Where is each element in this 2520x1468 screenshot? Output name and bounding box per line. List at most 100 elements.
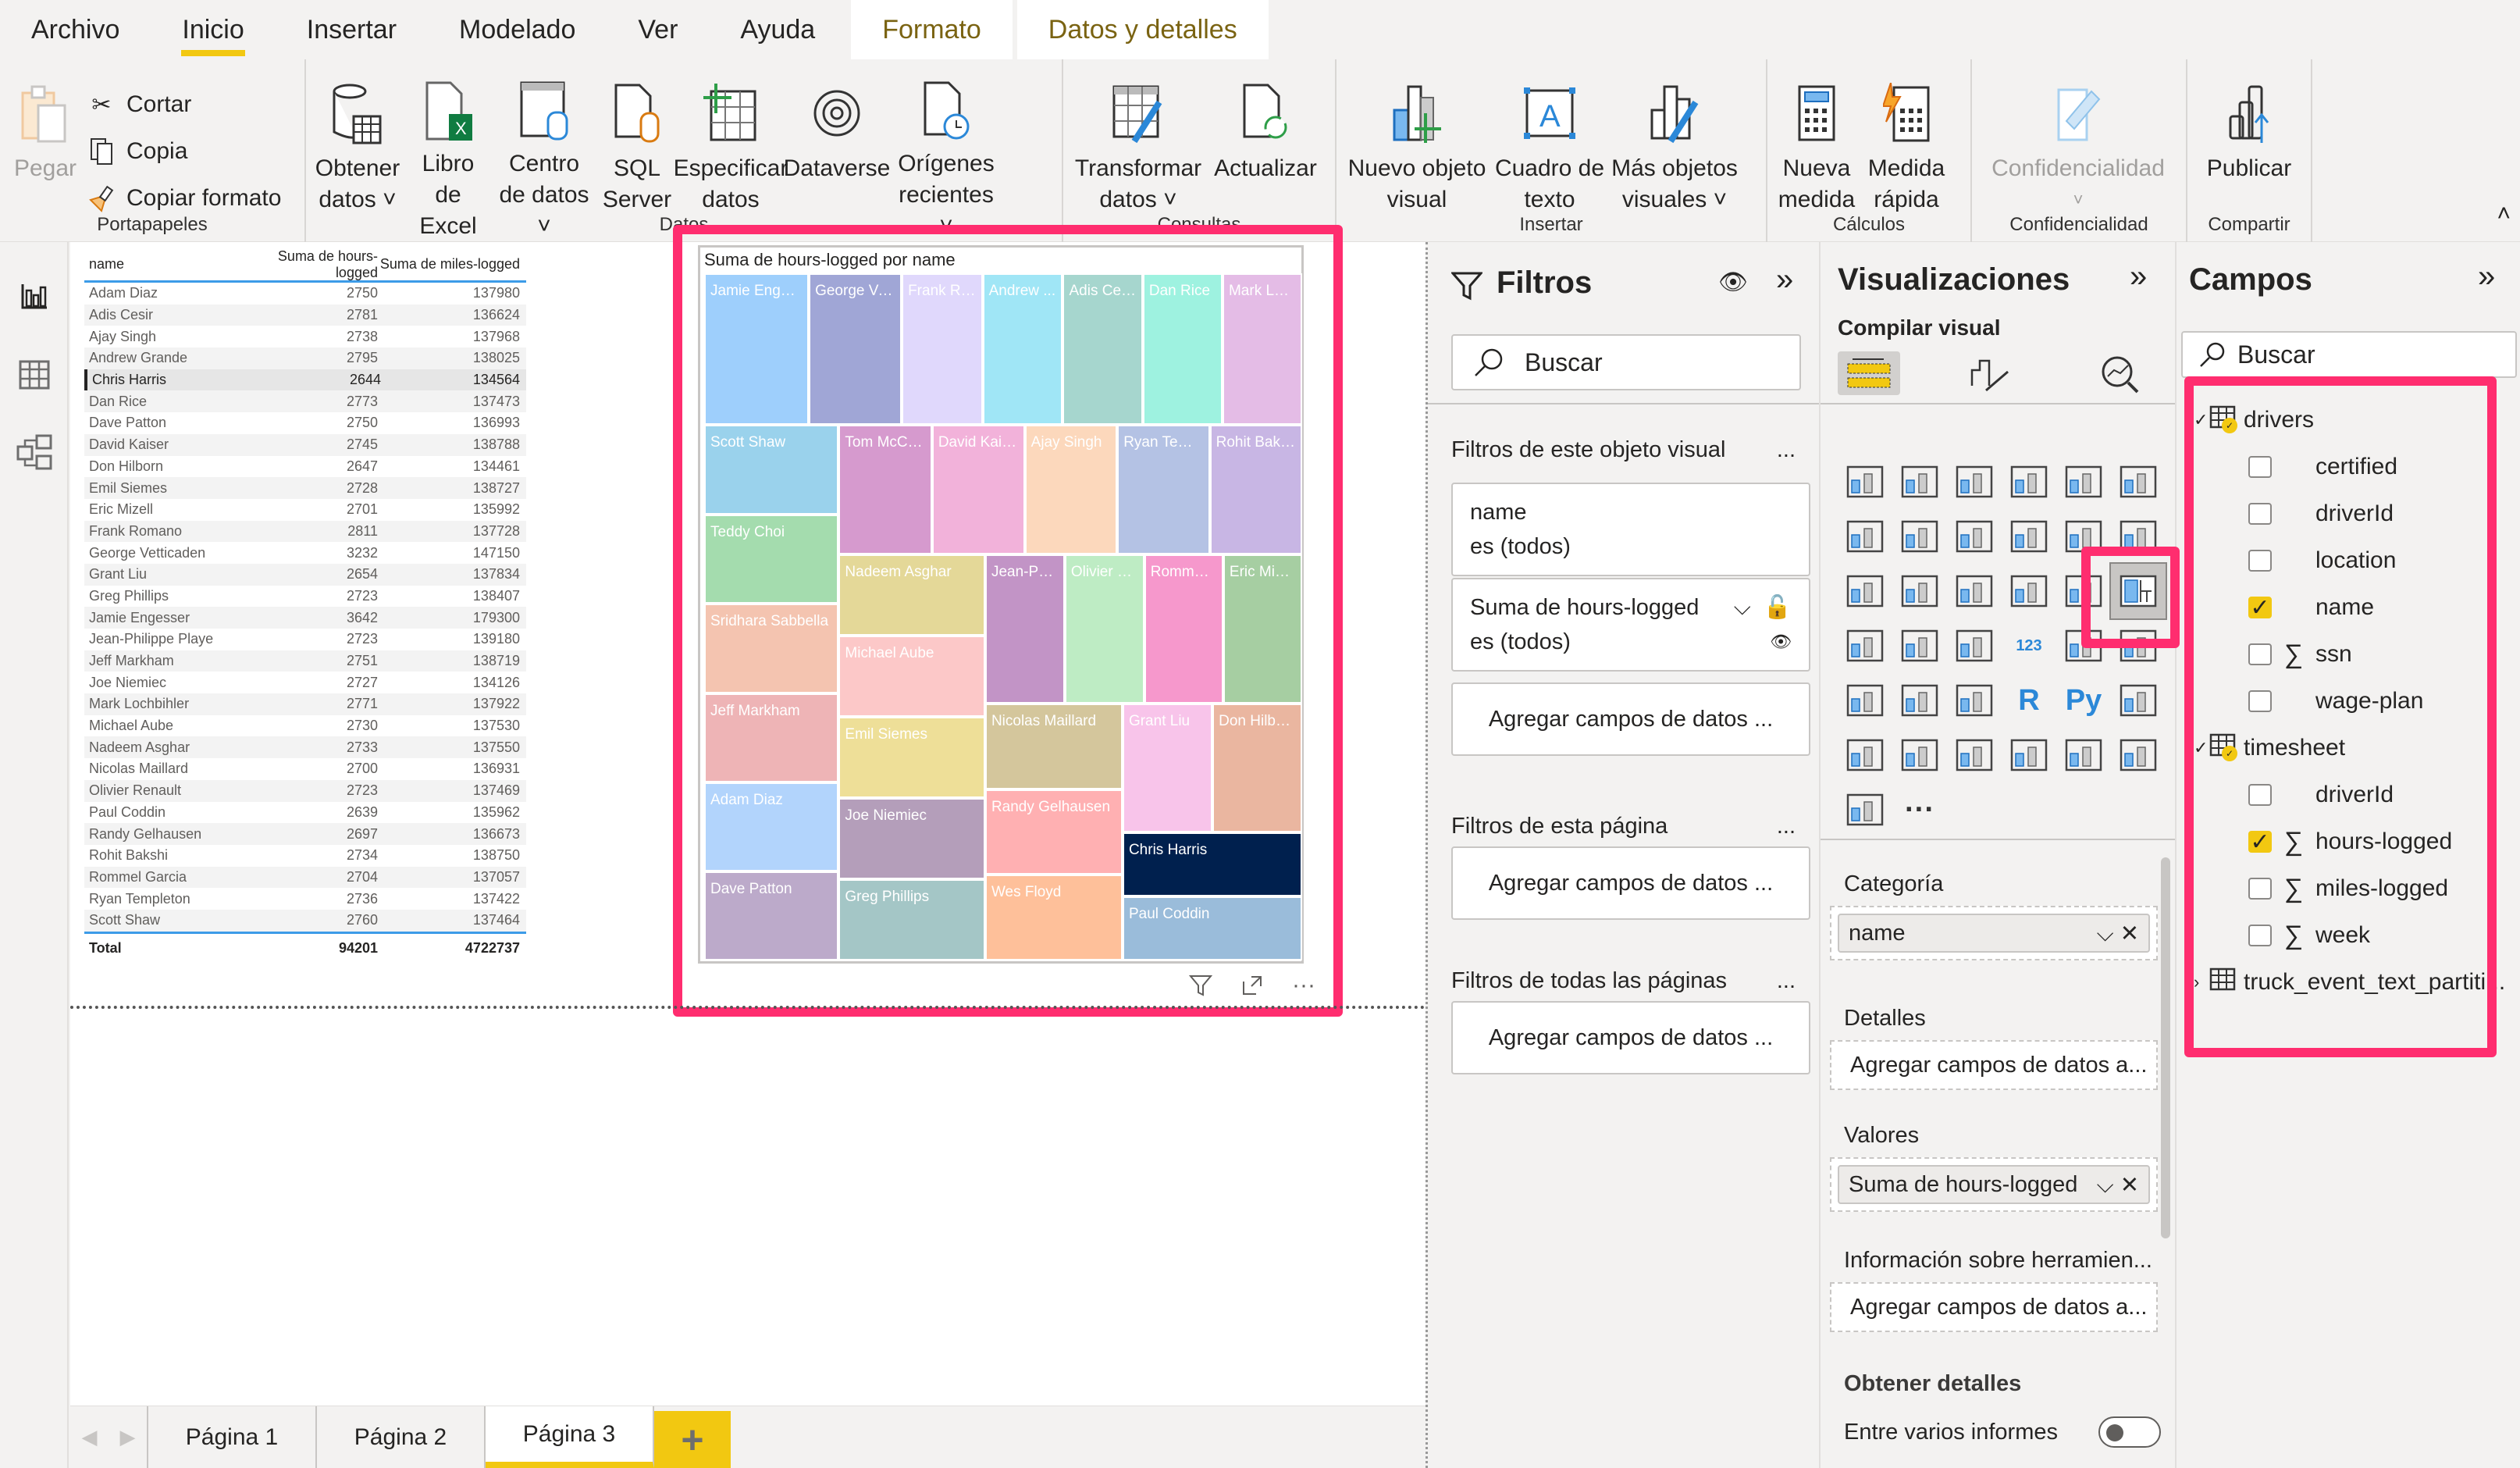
table-node-truck-event-text-partiti-[interactable]: › truck_event_text_partiti... [2194, 959, 2514, 1006]
menu-tab-datos-y-detalles[interactable]: Datos y detalles [1016, 0, 1269, 59]
table-row[interactable]: David Kaiser 2745 138788 [84, 433, 526, 456]
table-row[interactable]: Nicolas Maillard 2700 136931 [84, 758, 526, 780]
field-pill-name[interactable]: name ⌵ ✕ [1838, 914, 2150, 953]
treemap-visual[interactable]: Suma de hours-logged por name Jamie Enge… [687, 245, 1374, 998]
treemap-tile[interactable]: Nicolas Maillard [984, 703, 1123, 789]
menu-tab-modelado[interactable]: Modelado [428, 0, 607, 59]
menu-tab-archivo[interactable]: Archivo [0, 0, 151, 59]
category-well[interactable]: name ⌵ ✕ [1830, 906, 2158, 960]
report-view-button[interactable] [0, 258, 69, 336]
table-row[interactable]: Emil Siemes 2728 138727 [84, 477, 526, 499]
chevron-down-icon[interactable]: ✓ [2194, 738, 2209, 758]
treemap-tile[interactable]: Adam Diaz [704, 782, 839, 871]
table-row[interactable]: Don Hilborn 2647 134461 [84, 456, 526, 478]
treemap-tile[interactable]: Jamie Engess... [704, 273, 810, 426]
azure-map-icon[interactable] [2056, 728, 2111, 782]
filled-map-icon[interactable] [1892, 618, 1947, 673]
table-row[interactable]: Rohit Bakshi 2734 138750 [84, 845, 526, 867]
treemap-tile[interactable]: Eric Mizell [1223, 554, 1302, 704]
treemap-tile[interactable]: Dave Patton [704, 871, 839, 960]
field-drivers-location[interactable]: location [2194, 537, 2514, 584]
power-apps-icon[interactable] [2111, 728, 2166, 782]
treemap-tile[interactable]: Tom McCuch [838, 425, 932, 554]
field-checkbox[interactable] [2248, 690, 2272, 712]
field-drivers-driverId[interactable]: driverId [2194, 490, 2514, 537]
build-visual-tab[interactable] [1838, 351, 1900, 395]
line-and-clustered-column-chart-icon[interactable] [2056, 509, 2111, 564]
table-row[interactable]: Greg Phillips 2723 138407 [84, 586, 526, 608]
treemap-icon[interactable] [2109, 562, 2167, 620]
field-drivers-wage-plan[interactable]: wage-plan [2194, 678, 2514, 725]
table-node-drivers[interactable]: ✓ ✓ drivers [2194, 397, 2514, 444]
clustered-bar-chart-icon[interactable] [1947, 454, 2002, 509]
filters-search-input[interactable]: Buscar [1451, 334, 1801, 390]
table-row[interactable]: Scott Shaw 2760 137464 [84, 909, 526, 932]
field-drivers-ssn[interactable]: ∑ ssn [2194, 631, 2514, 678]
eye-icon[interactable]: 👁 [1718, 269, 1748, 296]
collapse-pane-icon[interactable]: » [2478, 259, 2495, 294]
field-checkbox[interactable] [2248, 925, 2272, 946]
table-node-timesheet[interactable]: ✓ ✓ timesheet [2194, 725, 2514, 771]
table-row[interactable]: Rommel Garcia 2704 137057 [84, 866, 526, 889]
field-timesheet-miles-logged[interactable]: ∑ miles-logged [2194, 865, 2514, 912]
table-row[interactable]: Dan Rice 2773 137473 [84, 390, 526, 413]
menu-tab-inicio[interactable]: Inicio [151, 0, 275, 59]
waterfall-chart-icon[interactable] [1838, 564, 1892, 618]
pie-chart-icon[interactable] [2002, 564, 2056, 618]
treemap-tile[interactable]: Don Hilborn [1212, 703, 1302, 832]
menu-tab-ayuda[interactable]: Ayuda [709, 0, 846, 59]
table-row[interactable]: George Vetticaden 3232 147150 [84, 542, 526, 564]
table-row[interactable]: Chris Harris 2644 134564 [84, 369, 526, 391]
collapse-ribbon-button[interactable]: ˄ [2497, 201, 2511, 227]
table-row[interactable]: Michael Aube 2730 137530 [84, 715, 526, 737]
table-row[interactable]: Adam Diaz 2750 137980 [84, 283, 526, 305]
filter-card-hours[interactable]: Suma de hours-logged ⌵ 🔓 es (todos) 👁 [1451, 578, 1810, 672]
page-tab-3[interactable]: Página 3 [486, 1406, 654, 1468]
smart-narrative-icon[interactable] [1947, 728, 2002, 782]
focus-mode-icon[interactable] [1237, 970, 1268, 1001]
field-drivers-certified[interactable]: certified [2194, 444, 2514, 490]
more-visuals-icon[interactable]: ··· [1892, 782, 1947, 837]
treemap-tile[interactable]: Scott Shaw [704, 425, 839, 515]
add-visual-filter[interactable]: Agregar campos de datos ... [1451, 682, 1810, 756]
field-checkbox[interactable]: ✓ [2248, 595, 2272, 621]
field-timesheet-week[interactable]: ∑ week [2194, 912, 2514, 959]
r-visual-icon[interactable]: R [2002, 673, 2056, 728]
field-checkbox[interactable] [2248, 503, 2272, 525]
more-options-icon[interactable]: ... [1777, 814, 1796, 839]
table-row[interactable]: Mark Lochbihler 2771 137922 [84, 693, 526, 715]
treemap-tile[interactable]: Rommel ... [1144, 554, 1223, 704]
menu-tab-insertar[interactable]: Insertar [276, 0, 428, 59]
field-checkbox[interactable] [2248, 878, 2272, 900]
prev-page-icon[interactable]: ◀ [82, 1425, 98, 1449]
line-and-stacked-column-chart-icon[interactable] [2002, 509, 2056, 564]
treemap-tile[interactable]: George Vet... [809, 273, 902, 426]
collapse-pane-icon[interactable]: » [1776, 262, 1793, 298]
table-row[interactable]: Eric Mizell 2701 135992 [84, 499, 526, 521]
column-header-hours[interactable]: Suma de hours-logged [240, 248, 378, 281]
table-row[interactable]: Ryan Templeton 2736 137422 [84, 888, 526, 910]
table-row[interactable]: Dave Patton 2750 136993 [84, 412, 526, 434]
table-row[interactable]: Jamie Engesser 3642 179300 [84, 607, 526, 629]
table-row[interactable]: Adis Cesir 2781 136624 [84, 304, 526, 326]
power-automate-icon[interactable] [1838, 782, 1892, 837]
python-visual-icon[interactable]: Py [2056, 673, 2111, 728]
card-icon[interactable]: 123 [2002, 618, 2056, 673]
field-checkbox[interactable] [2248, 784, 2272, 806]
field-checkbox[interactable] [2248, 550, 2272, 572]
model-view-button[interactable] [0, 414, 69, 492]
data-view-button[interactable] [0, 336, 69, 414]
filter-icon[interactable] [1185, 970, 1216, 1001]
collapse-pane-icon[interactable]: » [2130, 259, 2147, 294]
remove-icon[interactable]: ✕ [2120, 1173, 2139, 1198]
field-timesheet-hours-logged[interactable]: ✓ ∑ hours-logged [2194, 818, 2514, 865]
treemap-tile[interactable]: Teddy Choi [704, 514, 839, 604]
filter-card-name[interactable]: name es (todos) [1451, 483, 1810, 576]
field-checkbox[interactable]: ✓ [2248, 829, 2272, 855]
treemap-tile[interactable]: David Kaiser [931, 425, 1025, 554]
treemap-tile[interactable]: Grant Liu [1122, 703, 1213, 832]
treemap-tile[interactable]: Dan Rice [1142, 273, 1223, 426]
stacked-column-chart-icon[interactable] [1892, 454, 1947, 509]
stacked-bar-chart-icon[interactable] [1838, 454, 1892, 509]
add-report-filter[interactable]: Agregar campos de datos ... [1451, 1001, 1810, 1074]
